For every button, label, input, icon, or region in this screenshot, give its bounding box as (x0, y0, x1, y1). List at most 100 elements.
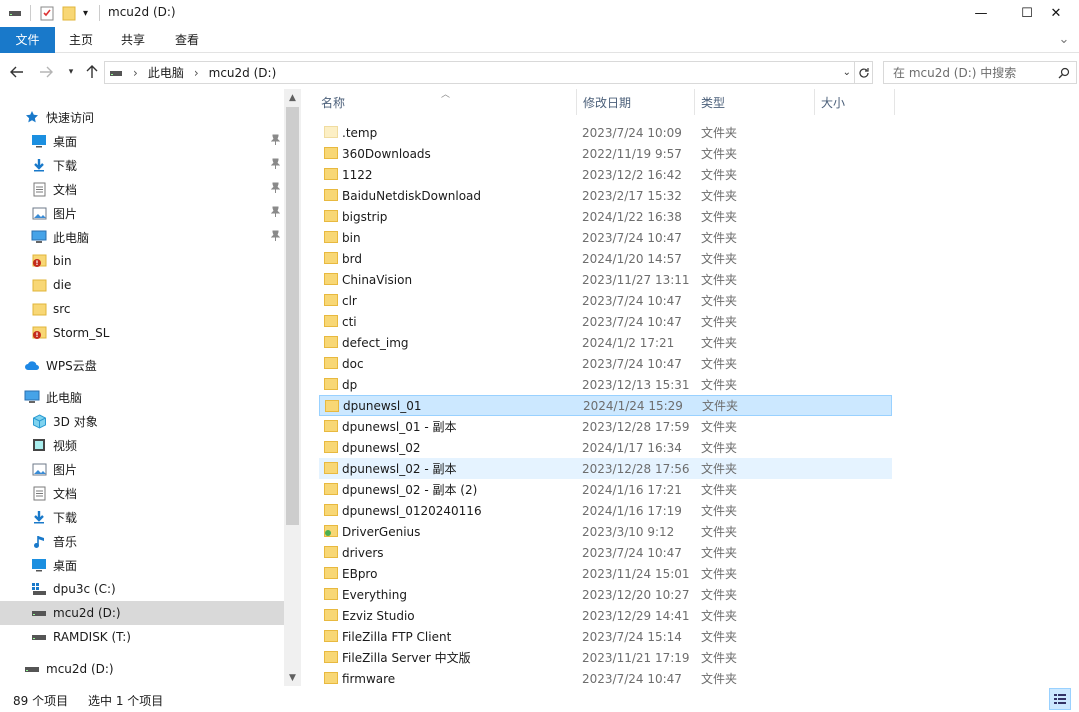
file-row[interactable]: dpunewsl_0120240116 2024/1/16 17:19 文件夹 (319, 500, 892, 521)
forward-button[interactable] (36, 62, 56, 82)
file-row[interactable]: Everything 2023/12/20 10:27 文件夹 (319, 584, 892, 605)
pin-icon (270, 134, 281, 148)
nav-item[interactable]: WPS云盘 (0, 353, 284, 377)
file-type: 文件夹 (701, 483, 738, 497)
nav-item[interactable]: 3D 对象 (0, 409, 284, 433)
breadcrumb-drive[interactable]: mcu2d (D:) (209, 66, 277, 80)
nav-item[interactable]: 此电脑 (0, 385, 284, 409)
nav-item[interactable]: 下载 (0, 153, 284, 177)
system-drive-icon (31, 581, 47, 597)
nav-item[interactable]: 音乐 (0, 529, 284, 553)
file-row[interactable]: FileZilla Server 中文版 2023/11/21 17:19 文件夹 (319, 647, 892, 668)
nav-scrollbar[interactable]: ▲ ▼ (284, 89, 301, 686)
column-size[interactable]: 大小 (815, 89, 895, 115)
breadcrumb-this-pc[interactable]: 此电脑 (148, 64, 184, 81)
file-row[interactable]: dpunewsl_02 - 副本 2023/12/28 17:56 文件夹 (319, 458, 892, 479)
file-row[interactable]: .temp 2023/7/24 10:09 文件夹 (319, 122, 892, 143)
column-name[interactable]: 名称 (315, 89, 577, 115)
file-date: 2024/1/17 16:34 (582, 440, 682, 455)
recent-locations-button[interactable]: ▾ (61, 62, 81, 82)
customize-toolbar-icon[interactable]: ▾ (83, 4, 88, 22)
file-row[interactable]: clr 2023/7/24 10:47 文件夹 (319, 290, 892, 311)
file-type: 文件夹 (701, 336, 738, 350)
close-button[interactable]: ✕ (1033, 0, 1079, 26)
file-type: 文件夹 (701, 609, 738, 623)
folder-icon (324, 189, 338, 201)
column-modified[interactable]: 修改日期 (577, 89, 695, 115)
new-folder-icon[interactable] (62, 4, 76, 22)
back-button[interactable] (7, 62, 27, 82)
nav-item[interactable]: RAMDISK (T:) (0, 625, 284, 649)
nav-item[interactable]: mcu2d (D:) (0, 601, 284, 625)
file-row[interactable]: defect_img 2024/1/2 17:21 文件夹 (319, 332, 892, 353)
scroll-down-icon[interactable]: ▼ (284, 669, 301, 686)
nav-item[interactable]: mcu2d (D:) (0, 657, 284, 681)
up-button[interactable] (82, 62, 102, 82)
nav-item[interactable]: 桌面 (0, 129, 284, 153)
file-type: 文件夹 (701, 210, 738, 224)
nav-item[interactable]: 快速访问 (0, 105, 284, 129)
file-row[interactable]: dpunewsl_02 - 副本 (2) 2024/1/16 17:21 文件夹 (319, 479, 892, 500)
file-row[interactable]: DriverGenius 2023/3/10 9:12 文件夹 (319, 521, 892, 542)
nav-item[interactable]: 桌面 (0, 553, 284, 577)
file-row[interactable]: brd 2024/1/20 14:57 文件夹 (319, 248, 892, 269)
file-row[interactable]: dpunewsl_02 2024/1/17 16:34 文件夹 (319, 437, 892, 458)
file-row[interactable]: Ezviz Studio 2023/12/29 14:41 文件夹 (319, 605, 892, 626)
scroll-up-icon[interactable]: ▲ (284, 89, 301, 106)
file-row[interactable]: drivers 2023/7/24 10:47 文件夹 (319, 542, 892, 563)
folder-icon (324, 609, 338, 621)
drive-icon[interactable] (8, 4, 22, 22)
file-row[interactable]: bigstrip 2024/1/22 16:38 文件夹 (319, 206, 892, 227)
file-row[interactable]: bin 2023/7/24 10:47 文件夹 (319, 227, 892, 248)
address-bar[interactable]: › 此电脑 › mcu2d (D:) ⌄ (104, 61, 855, 84)
file-row[interactable]: BaiduNetdiskDownload 2023/2/17 15:32 文件夹 (319, 185, 892, 206)
file-row[interactable]: dpunewsl_01 - 副本 2023/12/28 17:59 文件夹 (319, 416, 892, 437)
address-dropdown-icon[interactable]: ⌄ (843, 67, 851, 78)
file-row[interactable]: 1122 2023/12/2 16:42 文件夹 (319, 164, 892, 185)
file-name: FileZilla FTP Client (342, 629, 452, 644)
nav-item-label: WPS云盘 (46, 358, 97, 373)
file-type: 文件夹 (701, 651, 738, 665)
file-row[interactable]: EBpro 2023/11/24 15:01 文件夹 (319, 563, 892, 584)
scrollbar-thumb[interactable] (286, 107, 299, 525)
tab-file[interactable]: 文件 (0, 27, 55, 53)
nav-item[interactable]: 文档 (0, 177, 284, 201)
file-date: 2023/7/24 15:14 (582, 629, 682, 644)
nav-item[interactable]: src (0, 297, 284, 321)
file-row[interactable]: firmware 2023/7/24 10:47 文件夹 (319, 668, 892, 689)
search-input[interactable]: 在 mcu2d (D:) 中搜索 (883, 61, 1077, 84)
file-name: Ezviz Studio (342, 608, 415, 623)
file-row[interactable]: dpunewsl_01 2024/1/24 15:29 文件夹 (319, 395, 892, 416)
file-row[interactable]: ChinaVision 2023/11/27 13:11 文件夹 (319, 269, 892, 290)
nav-item[interactable]: die (0, 273, 284, 297)
refresh-button[interactable] (855, 61, 873, 84)
nav-item[interactable]: 文档 (0, 481, 284, 505)
tab-home[interactable]: 主页 (60, 27, 102, 53)
pin-icon (270, 158, 281, 172)
column-type[interactable]: 类型 (695, 89, 815, 115)
details-view-button[interactable] (1049, 688, 1071, 710)
file-name: brd (342, 251, 362, 266)
nav-item[interactable]: 图片 (0, 201, 284, 225)
nav-item[interactable]: 图片 (0, 457, 284, 481)
file-row[interactable]: 360Downloads 2022/11/19 9:57 文件夹 (319, 143, 892, 164)
nav-item[interactable]: 视频 (0, 433, 284, 457)
file-row[interactable]: cti 2023/7/24 10:47 文件夹 (319, 311, 892, 332)
nav-item[interactable]: dpu3c (C:) (0, 577, 284, 601)
ribbon-expand-icon[interactable]: ⌄ (1052, 27, 1076, 53)
nav-item[interactable]: 下载 (0, 505, 284, 529)
nav-item[interactable]: 此电脑 (0, 225, 284, 249)
minimize-button[interactable]: — (958, 0, 1004, 26)
navigation-row: ▾ › 此电脑 › mcu2d (D:) ⌄ 在 mcu2d (D:) 中搜索 (0, 58, 1079, 86)
nav-item[interactable]: bin (0, 249, 284, 273)
tab-share[interactable]: 共享 (112, 27, 154, 53)
file-row[interactable]: doc 2023/7/24 10:47 文件夹 (319, 353, 892, 374)
properties-icon[interactable] (40, 4, 54, 22)
tab-view[interactable]: 查看 (166, 27, 208, 53)
star-icon (24, 109, 40, 125)
nav-item[interactable]: Storm_SL (0, 321, 284, 345)
folder-icon (324, 378, 338, 390)
nav-item-label: 桌面 (53, 558, 78, 573)
file-row[interactable]: FileZilla FTP Client 2023/7/24 15:14 文件夹 (319, 626, 892, 647)
file-row[interactable]: dp 2023/12/13 15:31 文件夹 (319, 374, 892, 395)
